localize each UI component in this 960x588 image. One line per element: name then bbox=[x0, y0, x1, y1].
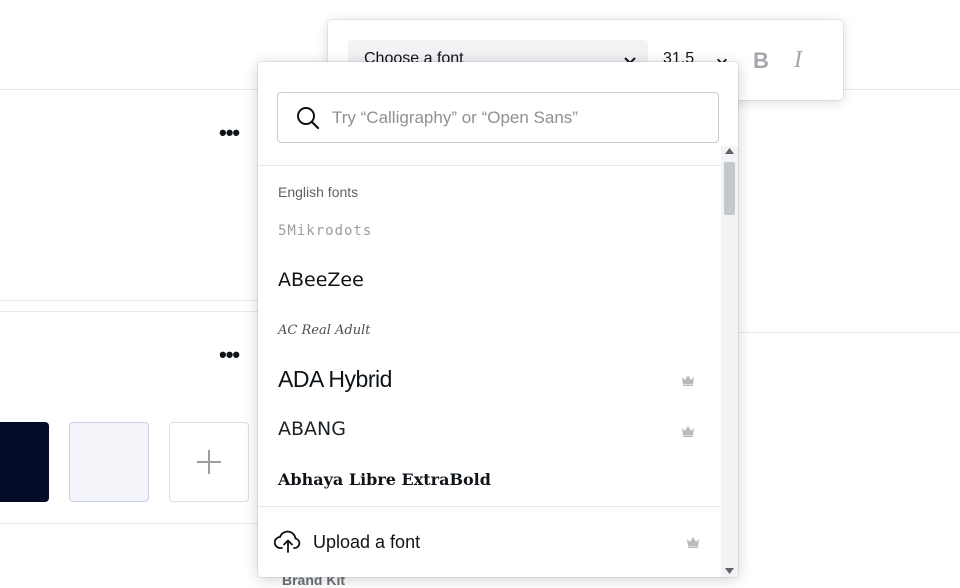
color-swatch[interactable] bbox=[0, 422, 49, 502]
divider bbox=[0, 311, 258, 312]
plus-icon bbox=[197, 450, 221, 474]
divider bbox=[0, 300, 258, 301]
bold-button[interactable]: B bbox=[753, 48, 769, 74]
upload-font-button[interactable]: Upload a font bbox=[258, 506, 721, 577]
font-list-item[interactable]: AC Real Adult bbox=[258, 311, 721, 357]
search-icon bbox=[297, 107, 320, 130]
scroll-up-arrow-icon[interactable] bbox=[725, 148, 734, 154]
divider bbox=[738, 332, 960, 333]
scroll-down-arrow-icon[interactable] bbox=[725, 568, 734, 574]
font-name: 5Mikrodots bbox=[278, 223, 373, 239]
font-name: ABANG bbox=[278, 418, 346, 440]
font-list-item[interactable]: ABeeZee bbox=[258, 259, 721, 305]
crown-icon bbox=[682, 426, 694, 437]
cloud-upload-icon bbox=[274, 530, 301, 553]
font-search-box bbox=[277, 92, 719, 143]
italic-button[interactable]: I bbox=[794, 47, 802, 74]
font-list[interactable]: English fonts 5Mikrodots ABeeZee AC Real… bbox=[258, 166, 721, 506]
font-list-item[interactable]: ABANG bbox=[258, 408, 721, 454]
font-list-item[interactable]: ADA Hybrid bbox=[258, 358, 721, 404]
section-title: English fonts bbox=[278, 184, 359, 200]
font-name: ABeeZee bbox=[278, 269, 364, 291]
font-list-item[interactable]: Abhaya Libre ExtraBold bbox=[258, 459, 721, 505]
scrollbar-thumb[interactable] bbox=[724, 162, 735, 215]
more-options-button[interactable]: ••• bbox=[219, 122, 240, 144]
font-name: AC Real Adult bbox=[278, 323, 371, 338]
more-options-button[interactable]: ••• bbox=[219, 344, 240, 366]
color-swatch[interactable] bbox=[69, 422, 149, 502]
font-search-input[interactable] bbox=[332, 105, 702, 131]
scrollbar[interactable] bbox=[721, 146, 738, 577]
font-picker-dropdown: English fonts 5Mikrodots ABeeZee AC Real… bbox=[258, 62, 738, 577]
font-name: ADA Hybrid bbox=[278, 366, 392, 392]
font-list-item[interactable]: 5Mikrodots bbox=[258, 211, 721, 257]
crown-icon bbox=[682, 375, 694, 386]
divider bbox=[843, 89, 960, 90]
crown-icon bbox=[687, 537, 699, 548]
add-color-button[interactable] bbox=[169, 422, 249, 502]
font-name: Abhaya Libre ExtraBold bbox=[278, 470, 491, 489]
upload-font-label: Upload a font bbox=[313, 532, 421, 552]
divider bbox=[0, 523, 258, 524]
